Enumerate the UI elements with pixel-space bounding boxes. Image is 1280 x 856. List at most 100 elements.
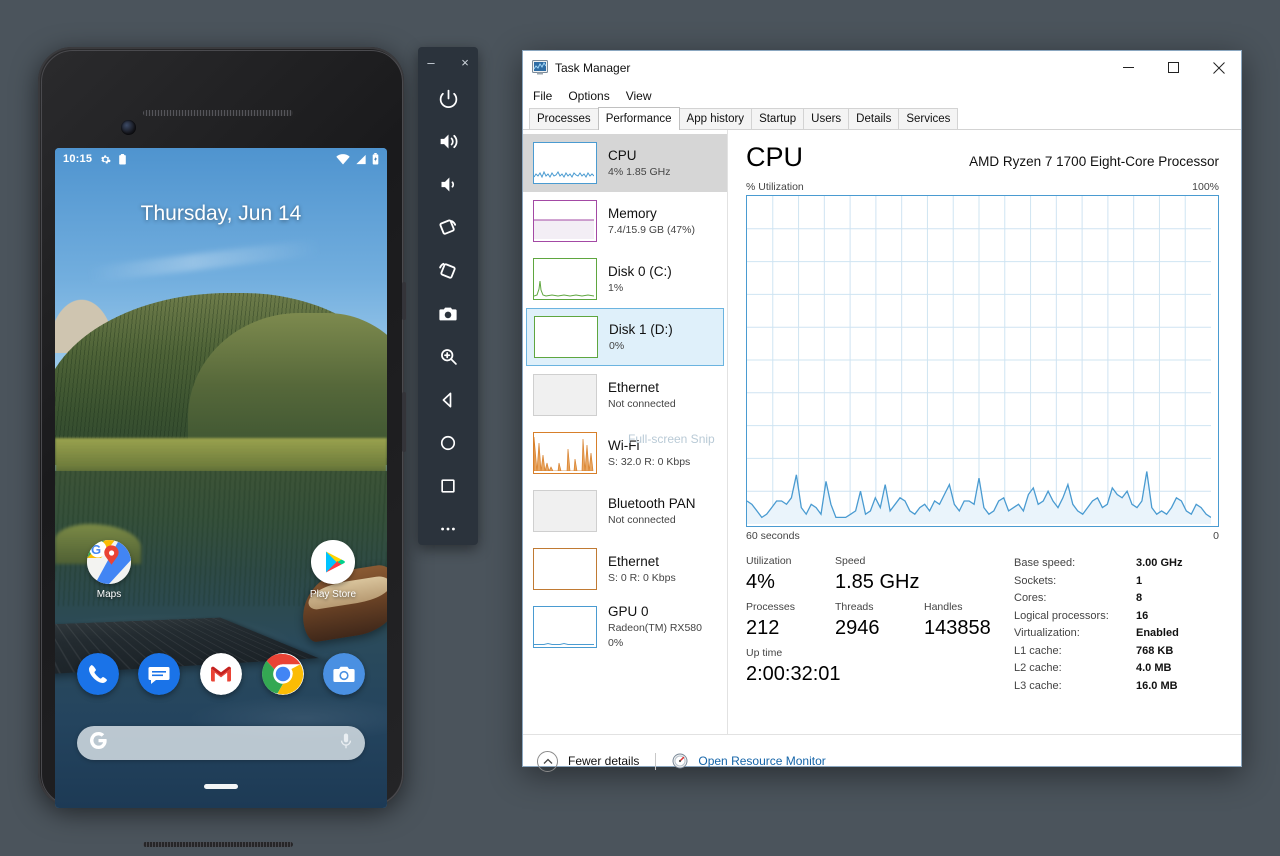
stat-label: Handles <box>924 600 1013 615</box>
volume-up-icon[interactable] <box>418 120 478 163</box>
home-icon[interactable] <box>418 421 478 464</box>
tab-services[interactable]: Services <box>898 108 958 129</box>
emulator-close-button[interactable]: × <box>458 56 472 69</box>
svg-text:G: G <box>91 542 101 557</box>
tab-app-history[interactable]: App history <box>679 108 753 129</box>
cpu-stats-right: Base speed: 3.00 GHz Sockets: 1 Cores: 8… <box>1014 554 1219 695</box>
stat-value: 1 <box>1136 573 1142 591</box>
stat-label: L2 cache: <box>1014 660 1136 678</box>
back-icon[interactable] <box>418 378 478 421</box>
bottom-speaker <box>143 842 293 847</box>
footer-divider <box>655 753 656 770</box>
status-bar: 10:15 <box>55 148 387 170</box>
minimize-icon[interactable] <box>1106 51 1151 84</box>
menu-file[interactable]: File <box>533 89 552 103</box>
earpiece-speaker <box>143 110 293 116</box>
stat-cores: Cores: 8 <box>1014 590 1219 608</box>
sidebar-item-disk-1[interactable]: Disk 1 (D:) 0% <box>526 308 724 366</box>
performance-main-panel: CPU AMD Ryzen 7 1700 Eight-Core Processo… <box>728 130 1241 734</box>
emulator-toolbar: – × <box>418 47 478 545</box>
microphone-icon[interactable] <box>340 733 352 754</box>
stat-label: Up time <box>746 646 862 661</box>
google-g-icon <box>90 732 107 754</box>
sidebar-item-bluetooth-pan[interactable]: Bluetooth PAN Not connected <box>523 482 727 540</box>
rotate-left-icon[interactable] <box>418 206 478 249</box>
phone-icon[interactable] <box>77 653 119 695</box>
window-footer: Fewer details Open Resource Monitor <box>523 734 1241 787</box>
stat-virtualization: Virtualization: Enabled <box>1014 625 1219 643</box>
sidebar-item-gpu-0[interactable]: GPU 0 Radeon(TM) RX580 0% <box>523 598 727 656</box>
power-icon[interactable] <box>418 77 478 120</box>
tab-processes[interactable]: Processes <box>529 108 599 129</box>
ethernet-thumbnail-graph <box>533 374 597 416</box>
sidebar-item-sub: Radeon(TM) RX580 <box>608 621 702 635</box>
menu-options[interactable]: Options <box>568 89 609 103</box>
home-pill-indicator[interactable] <box>204 784 238 789</box>
stat-value: Enabled <box>1136 625 1179 643</box>
performance-sidebar[interactable]: CPU 4% 1.85 GHz Memory 7.4/15.9 GB (47%) <box>523 130 728 734</box>
stat-utilization: Utilization 4% <box>746 554 835 596</box>
window-title-bar[interactable]: Task Manager <box>523 51 1241 84</box>
app-label: Play Store <box>301 589 365 600</box>
zoom-icon[interactable] <box>418 335 478 378</box>
app-play-store[interactable]: Play Store <box>301 540 365 600</box>
sidebar-item-sub: 1% <box>608 281 672 295</box>
phone-screen[interactable]: 10:15 Thursday, J <box>55 148 387 808</box>
stat-label: Base speed: <box>1014 555 1136 573</box>
android-emulator: 10:15 Thursday, J <box>38 47 404 807</box>
maximize-icon[interactable] <box>1151 51 1196 84</box>
sidebar-item-cpu[interactable]: CPU 4% 1.85 GHz <box>523 134 727 192</box>
volume-down-icon[interactable] <box>418 163 478 206</box>
wifi-icon <box>336 154 350 165</box>
emulator-minimize-button[interactable]: – <box>424 56 438 69</box>
stat-value: 3.00 GHz <box>1136 555 1182 573</box>
fewer-details-button[interactable]: Fewer details <box>568 754 639 768</box>
sidebar-item-label: Disk 1 (D:) <box>609 322 673 338</box>
rotate-right-icon[interactable] <box>418 249 478 292</box>
gpu-thumbnail-graph <box>533 606 597 648</box>
stat-l2-cache: L2 cache: 4.0 MB <box>1014 660 1219 678</box>
stat-label: Virtualization: <box>1014 625 1136 643</box>
power-button-physical[interactable] <box>402 282 406 320</box>
gear-icon <box>100 154 111 165</box>
clipboard-icon <box>118 154 127 165</box>
sidebar-item-sub: 0% <box>609 339 673 353</box>
stat-handles: Handles 143858 <box>924 600 1013 642</box>
stat-value: 768 KB <box>1136 643 1173 661</box>
more-icon[interactable] <box>418 507 478 550</box>
chevron-up-circle-icon[interactable] <box>537 751 558 772</box>
tab-users[interactable]: Users <box>803 108 849 129</box>
sidebar-item-label: GPU 0 <box>608 604 702 620</box>
close-icon[interactable] <box>1196 51 1241 84</box>
tab-startup[interactable]: Startup <box>751 108 804 129</box>
sidebar-item-ethernet[interactable]: Ethernet S: 0 R: 0 Kbps <box>523 540 727 598</box>
sidebar-item-memory[interactable]: Memory 7.4/15.9 GB (47%) <box>523 192 727 250</box>
battery-icon <box>372 153 379 165</box>
sidebar-item-ethernet-disconnected[interactable]: Ethernet Not connected <box>523 366 727 424</box>
processor-name: AMD Ryzen 7 1700 Eight-Core Processor <box>969 154 1219 172</box>
stat-label: L1 cache: <box>1014 643 1136 661</box>
screenshot-camera-icon[interactable] <box>418 292 478 335</box>
tab-details[interactable]: Details <box>848 108 899 129</box>
stat-uptime: Up time 2:00:32:01 <box>746 646 862 688</box>
open-resource-monitor-link[interactable]: Open Resource Monitor <box>698 754 825 768</box>
camera-icon[interactable] <box>323 653 365 695</box>
menu-view[interactable]: View <box>626 89 652 103</box>
gmail-icon[interactable] <box>200 653 242 695</box>
graph-y-axis-label: % Utilization <box>746 181 804 193</box>
overview-icon[interactable] <box>418 464 478 507</box>
messages-icon[interactable] <box>138 653 180 695</box>
tab-performance[interactable]: Performance <box>598 107 680 130</box>
sidebar-item-wifi[interactable]: Wi-Fi S: 32.0 R: 0 Kbps <box>523 424 727 482</box>
sidebar-item-disk-0[interactable]: Disk 0 (C:) 1% <box>523 250 727 308</box>
chrome-icon[interactable] <box>262 653 304 695</box>
resource-monitor-icon <box>672 753 688 769</box>
ethernet2-thumbnail-graph <box>533 548 597 590</box>
cpu-utilization-graph <box>746 195 1219 527</box>
stat-speed: Speed 1.85 GHz <box>835 554 951 596</box>
status-bar-time: 10:15 <box>63 153 92 165</box>
google-maps-icon: G <box>87 540 131 584</box>
google-search-bar[interactable] <box>77 726 365 760</box>
volume-button-physical[interactable] <box>402 392 406 452</box>
app-maps[interactable]: G Maps <box>77 540 141 600</box>
